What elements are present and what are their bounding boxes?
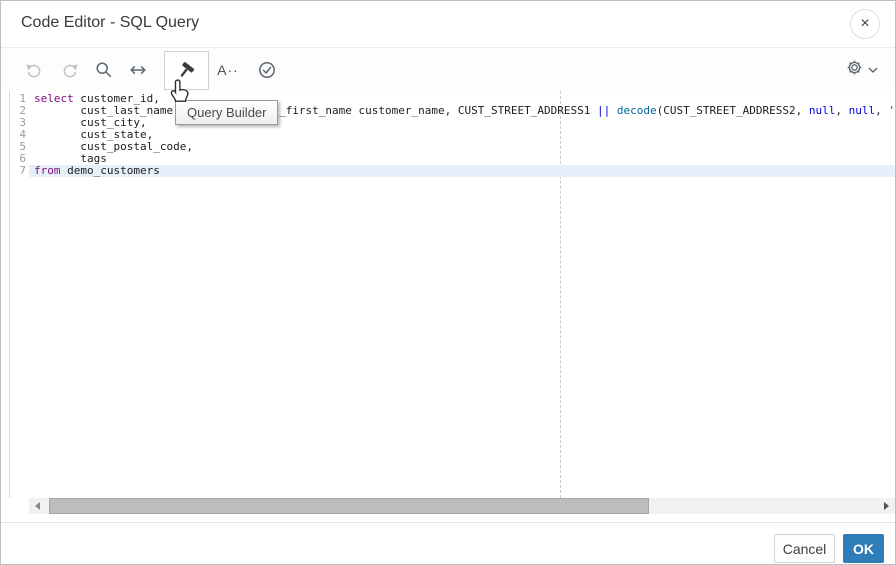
triangle-left-icon	[34, 502, 40, 510]
validate-button[interactable]	[249, 51, 285, 88]
scrollbar-thumb[interactable]	[49, 498, 649, 514]
scroll-left-button[interactable]	[29, 498, 45, 514]
autocomplete-icon: A··	[217, 61, 239, 78]
redo-button[interactable]	[52, 51, 88, 88]
code-line[interactable]: cust_postal_code,	[29, 141, 895, 153]
title-bar: Code Editor - SQL Query ×	[1, 1, 895, 48]
scroll-right-button[interactable]	[878, 498, 894, 514]
autocomplete-button[interactable]: A··	[210, 51, 246, 88]
triangle-right-icon	[883, 502, 889, 510]
chevron-down-icon	[868, 61, 878, 79]
validate-icon	[257, 60, 277, 80]
tooltip: Query Builder	[175, 100, 279, 125]
close-button[interactable]: ×	[850, 9, 880, 39]
code-line[interactable]: from demo_customers	[29, 165, 895, 177]
find-button[interactable]	[86, 51, 122, 88]
code-editor-dialog: Code Editor - SQL Query × A·· 1 2 3 4 5 …	[0, 0, 896, 565]
settings-menu-button[interactable]	[839, 51, 883, 88]
hammer-icon	[177, 61, 197, 81]
search-icon	[94, 60, 114, 80]
tooltip-label: Query Builder	[187, 105, 267, 120]
query-builder-button[interactable]	[164, 51, 209, 90]
toolbar: A··	[1, 48, 895, 91]
code-editor[interactable]: 1234567 select customer_id, cust_last_na…	[9, 91, 895, 498]
dialog-title: Code Editor - SQL Query	[21, 14, 200, 31]
redo-icon	[60, 60, 80, 80]
undo-icon	[24, 60, 44, 80]
close-icon: ×	[860, 15, 870, 32]
undo-button[interactable]	[16, 51, 52, 88]
gear-icon	[845, 58, 864, 82]
line-number: 7	[19, 164, 26, 177]
replace-button[interactable]	[120, 51, 156, 88]
code-line[interactable]: cust_last_name || ', ' || cust_first_nam…	[29, 105, 895, 117]
cancel-button[interactable]: Cancel	[774, 534, 835, 563]
horizontal-scrollbar[interactable]	[29, 498, 895, 514]
gutter: 1234567	[10, 93, 29, 177]
code-line[interactable]: cust_city,	[29, 117, 895, 129]
dialog-footer: Cancel OK	[1, 522, 895, 564]
expand-icon	[128, 60, 148, 80]
ok-button[interactable]: OK	[843, 534, 884, 563]
code-lines: select customer_id, cust_last_name || ',…	[29, 93, 895, 177]
